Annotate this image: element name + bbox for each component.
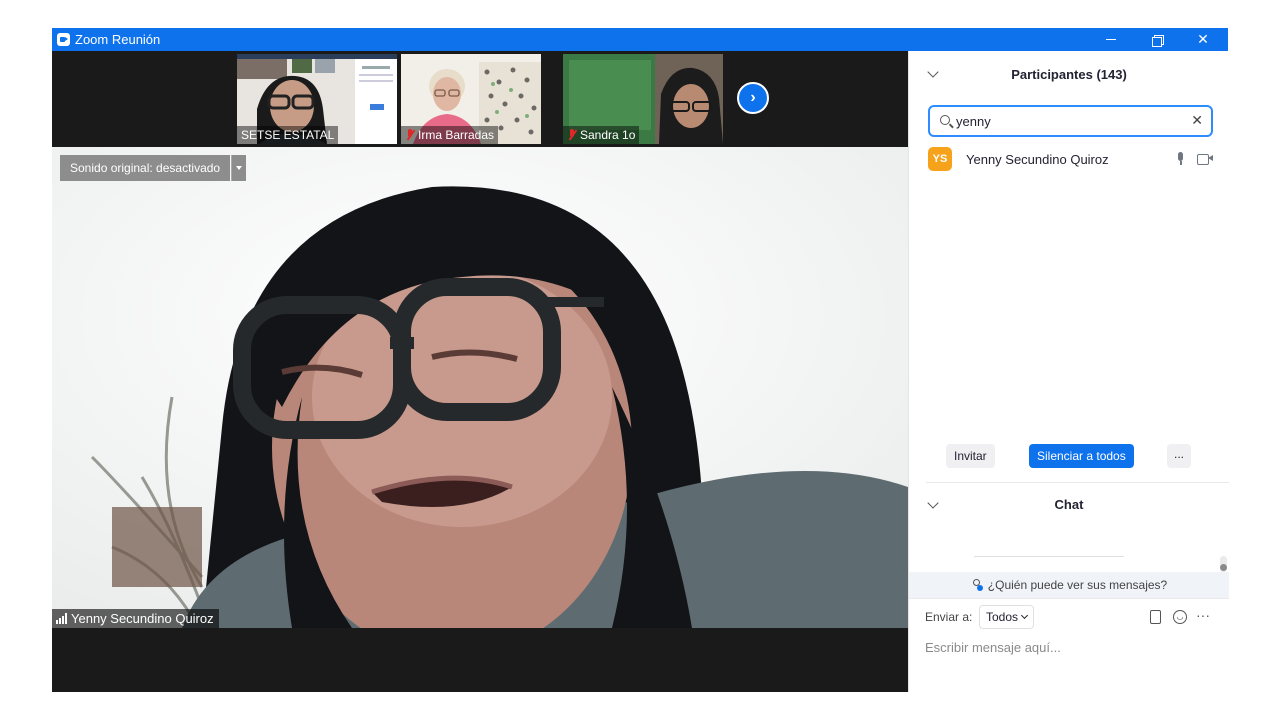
- speaker-video-frame: [52, 147, 908, 628]
- participants-title: Participantes (143): [1011, 67, 1127, 82]
- mic-muted-icon: [405, 129, 415, 141]
- title-bar: Zoom Reunión ✕: [52, 28, 1228, 51]
- participant-thumbnail[interactable]: Irma Barradas: [401, 54, 541, 144]
- divider: [909, 598, 1229, 599]
- privacy-text: ¿Quién puede ver sus mensajes?: [987, 578, 1168, 592]
- original-sound-button[interactable]: Sonido original: desactivado: [60, 155, 231, 181]
- minimize-icon: [1106, 39, 1116, 40]
- participant-name: SETSE ESTATAL: [241, 128, 335, 142]
- person-privacy-icon: [971, 579, 983, 591]
- original-sound-dropdown[interactable]: [231, 155, 246, 181]
- file-icon[interactable]: [1150, 610, 1161, 624]
- chevron-down-icon: [1020, 611, 1029, 620]
- signal-strength-icon: [56, 613, 67, 624]
- participant-search-input[interactable]: [956, 111, 1176, 131]
- chat-title: Chat: [1054, 497, 1084, 512]
- side-panel: Participantes (143) ✕ YS Yenny Secundino…: [908, 51, 1229, 692]
- active-speaker-video: Sonido original: desactivado Yenny Secun…: [52, 147, 908, 628]
- invite-button[interactable]: Invitar: [946, 444, 995, 468]
- thumbnail-name-label: SETSE ESTATAL: [237, 126, 339, 144]
- send-to-select[interactable]: Todos: [979, 605, 1035, 629]
- close-window-button[interactable]: ✕: [1180, 28, 1226, 51]
- participant-thumbnail[interactable]: Sandra 1o: [563, 54, 723, 144]
- speaker-name: Yenny Secundino Quiroz: [71, 611, 214, 626]
- close-icon: ✕: [1197, 31, 1209, 47]
- next-page-button[interactable]: ›: [737, 82, 769, 114]
- restore-icon: [1152, 34, 1164, 47]
- thumbnail-name-label: Sandra 1o: [563, 126, 640, 144]
- participant-name: Irma Barradas: [418, 128, 495, 142]
- participant-name: Sandra 1o: [580, 128, 636, 142]
- participant-row[interactable]: YS Yenny Secundino Quiroz: [909, 145, 1229, 173]
- participant-name: Yenny Secundino Quiroz: [966, 152, 1109, 167]
- chat-message-input[interactable]: [925, 637, 1215, 657]
- speaker-name-label: Yenny Secundino Quiroz: [52, 609, 219, 628]
- send-to-label: Enviar a:: [925, 610, 973, 624]
- chat-scrollbar[interactable]: [1220, 556, 1227, 572]
- avatar: YS: [928, 147, 952, 171]
- zoom-meeting-window: Zoom Reunión ✕ SETSE ESTATAL Irma Barrad…: [52, 28, 1229, 692]
- window-title: Zoom Reunión: [75, 32, 161, 47]
- zoom-app-icon: [57, 33, 70, 46]
- more-icon[interactable]: ···: [1196, 607, 1210, 623]
- chevron-right-icon: ›: [750, 89, 756, 106]
- emoji-icon[interactable]: ◡: [1173, 610, 1187, 624]
- video-icon[interactable]: [1197, 153, 1213, 165]
- minimize-button[interactable]: [1088, 28, 1134, 51]
- search-icon: [940, 115, 950, 125]
- more-options-button[interactable]: ...: [1167, 444, 1191, 468]
- participant-thumbnail[interactable]: SETSE ESTATAL: [237, 54, 397, 144]
- clear-search-icon[interactable]: ✕: [1191, 112, 1203, 129]
- gallery-strip: SETSE ESTATAL Irma Barradas Sandra 1o ›: [52, 51, 908, 147]
- send-to-value: Todos: [986, 610, 1019, 624]
- participant-search-box[interactable]: ✕: [928, 105, 1213, 137]
- restore-button[interactable]: [1134, 28, 1180, 51]
- mic-icon[interactable]: [1175, 152, 1187, 166]
- divider: [926, 482, 1229, 483]
- chat-privacy-link[interactable]: ¿Quién puede ver sus mensajes?: [909, 572, 1229, 598]
- video-area: SETSE ESTATAL Irma Barradas Sandra 1o › …: [52, 51, 908, 692]
- thumbnail-name-label: Irma Barradas: [401, 126, 499, 144]
- mute-all-button[interactable]: Silenciar a todos: [1029, 444, 1134, 468]
- mic-muted-icon: [567, 129, 577, 141]
- divider: [974, 556, 1124, 557]
